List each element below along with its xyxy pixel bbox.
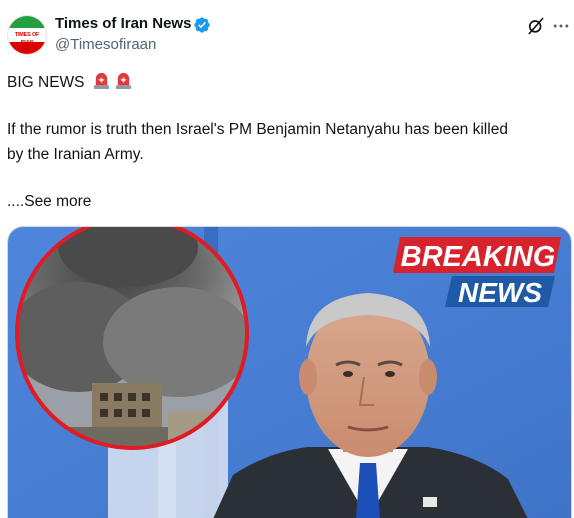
post-header: TIMES OF IRAN Times of Iran News @Timeso… <box>0 0 574 62</box>
headline-text: BIG NEWS <box>7 74 85 91</box>
more-icon[interactable] <box>551 16 571 36</box>
verified-badge-icon[interactable] <box>193 16 211 34</box>
police-light-emoji-icon <box>93 72 109 90</box>
post-headline: BIG NEWS <box>7 71 133 95</box>
see-more-link[interactable]: ....See more <box>7 190 91 214</box>
avatar[interactable]: TIMES OF IRAN <box>7 15 47 55</box>
account-handle[interactable]: @Timesofiraan <box>55 36 156 53</box>
display-name[interactable]: Times of Iran News <box>55 15 191 32</box>
grok-icon[interactable] <box>526 16 546 36</box>
avatar-flag-green <box>8 16 46 28</box>
banner-line2: NEWS <box>458 277 542 308</box>
police-light-emoji-icon <box>115 72 131 90</box>
avatar-flag-red <box>8 42 46 54</box>
post-body-line: by the Iranian Army. <box>7 146 144 163</box>
post-body-line: If the rumor is truth then Israel's PM B… <box>7 121 508 138</box>
banner-line1: BREAKING <box>401 241 556 273</box>
post-media-image[interactable]: BREAKING NEWS <box>7 226 572 518</box>
breaking-news-image: BREAKING NEWS <box>8 227 571 518</box>
